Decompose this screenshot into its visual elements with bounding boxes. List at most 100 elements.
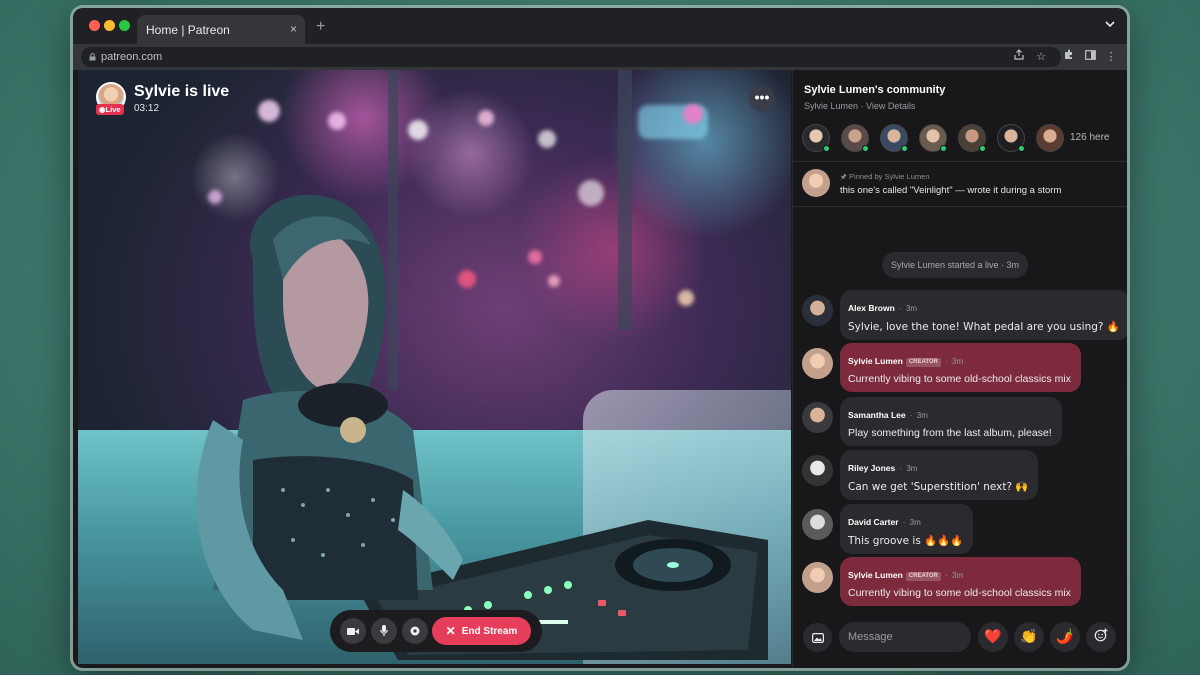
message-bubble: Sylvie Lumen CREATOR · 3m Currently vibin… (840, 557, 1081, 606)
online-indicator (823, 145, 830, 152)
attach-image-button[interactable] (803, 623, 832, 652)
live-video: ◉Live Sylvie is live 03:12 ••• ✕ End Str… (78, 70, 791, 664)
end-stream-button[interactable]: ✕ End Stream (432, 617, 531, 645)
add-reaction-button[interactable] (1086, 622, 1116, 652)
community-subtitle[interactable]: Sylvie Lumen · View Details (804, 101, 915, 111)
close-tab-icon[interactable]: × (290, 22, 297, 36)
system-message: Sylvie Lumen started a live · 3m (882, 252, 1029, 278)
camera-toggle-button[interactable] (340, 618, 366, 644)
heart-reaction-button[interactable]: ❤️ (978, 622, 1008, 652)
chat-avatar[interactable] (802, 455, 833, 486)
message-author[interactable]: Alex Brown (848, 303, 895, 313)
video-camera-icon (347, 627, 359, 635)
end-stream-label: End Stream (461, 625, 518, 637)
community-name: Sylvie Lumen's community (804, 84, 946, 96)
message-text: This groove is 🔥🔥🔥 (848, 535, 964, 547)
viewer-avatar[interactable] (958, 124, 986, 152)
chili-reaction-button[interactable]: 🌶️ (1050, 622, 1080, 652)
message-bubble: Samantha Lee · 3m Play something from th… (840, 397, 1062, 446)
maximize-window-button[interactable] (119, 20, 130, 31)
pinned-label: 🖈 Pinned by Sylvie Lumen (840, 171, 930, 184)
message-text: Sylvie, love the tone! What pedal are yo… (848, 321, 1120, 333)
bokeh-light (578, 180, 604, 206)
creator-badge: CREATOR (905, 358, 941, 367)
browser-window: Home | Patreon × + patreon.com ☆ ⋮ ◉Live… (73, 8, 1127, 668)
message-time: 3m (916, 411, 928, 420)
message-time-prefix: · (896, 304, 904, 313)
message-time: 3m (909, 518, 921, 527)
message-text: Play something from the last album, plea… (848, 427, 1052, 439)
viewer-avatar[interactable] (1036, 124, 1064, 152)
tab-title: Home | Patreon (146, 22, 230, 37)
share-icon[interactable] (1011, 49, 1027, 65)
bokeh-light (683, 104, 703, 124)
pinned-author-avatar (802, 169, 830, 197)
extensions-icon[interactable] (1060, 49, 1076, 65)
message-text: Currently vibing to some old-school clas… (848, 587, 1071, 599)
divider (793, 206, 1127, 207)
microphone-icon (380, 625, 388, 636)
close-window-button[interactable] (89, 20, 100, 31)
minimize-window-button[interactable] (104, 20, 115, 31)
viewer-list: 126 here (802, 124, 1122, 154)
bokeh-light (678, 290, 694, 306)
message-author[interactable]: Sylvie Lumen (848, 356, 903, 366)
pinned-message[interactable]: this one's called "Veinlight" — wrote it… (840, 185, 1061, 196)
bokeh-light (408, 120, 428, 140)
viewer-count: 126 here (1070, 132, 1110, 143)
message-author[interactable]: David Carter (848, 517, 899, 527)
emoji-add-icon (1094, 628, 1108, 642)
chat-avatar[interactable] (802, 509, 833, 540)
live-badge-label: Live (105, 105, 121, 114)
gear-icon (410, 626, 420, 636)
bokeh-light (258, 100, 280, 122)
bokeh-light (548, 275, 560, 287)
window-frame (618, 70, 632, 330)
message-time-prefix: · (900, 518, 908, 527)
stream-title: Sylvie is live (134, 83, 230, 100)
bokeh-light (538, 130, 556, 148)
viewer-avatar[interactable] (997, 124, 1025, 152)
message-bubble: Sylvie Lumen CREATOR · 3m Currently vibin… (840, 343, 1081, 392)
url-text: patreon.com (101, 51, 163, 63)
online-indicator (901, 145, 908, 152)
settings-button[interactable] (402, 618, 428, 644)
chat-avatar[interactable] (802, 562, 833, 593)
chat-avatar[interactable] (802, 295, 833, 326)
message-author[interactable]: Samantha Lee (848, 410, 906, 420)
close-icon: ✕ (445, 624, 456, 638)
chat-avatar[interactable] (802, 402, 833, 433)
bokeh-light (328, 112, 346, 130)
message-time-prefix: · (897, 464, 905, 473)
more-options-button[interactable]: ••• (749, 86, 775, 112)
bookmark-star-icon[interactable]: ☆ (1033, 49, 1049, 65)
clap-reaction-button[interactable]: 👏 (1014, 622, 1044, 652)
online-indicator (862, 145, 869, 152)
message-input[interactable] (839, 622, 971, 652)
sidebar-icon[interactable] (1082, 49, 1098, 65)
message-author[interactable]: Sylvie Lumen (848, 570, 903, 580)
tab-patreon-home[interactable]: Home | Patreon × (137, 15, 305, 44)
lock-icon (89, 53, 96, 61)
dj-performer (196, 194, 463, 640)
microphone-toggle-button[interactable] (371, 618, 397, 644)
message-time-prefix: · (907, 411, 915, 420)
url-field[interactable]: patreon.com (81, 47, 1061, 67)
new-tab-button[interactable]: + (316, 18, 325, 36)
message-time: 3m (905, 304, 917, 313)
message-text: Currently vibing to some old-school clas… (848, 373, 1071, 385)
message-bubble: David Carter · 3m This groove is 🔥🔥🔥 (840, 504, 974, 554)
browser-menu-icon[interactable]: ⋮ (1103, 49, 1119, 65)
pinned-label-text: Pinned by Sylvie Lumen (849, 172, 930, 181)
message-bubble: Alex Brown · 3m Sylvie, love the tone! W… (840, 290, 1127, 340)
message-author[interactable]: Riley Jones (848, 463, 895, 473)
viewer-avatar[interactable] (802, 124, 830, 152)
chevron-down-icon[interactable] (1105, 17, 1115, 31)
viewer-avatar[interactable] (919, 124, 947, 152)
viewer-avatar[interactable] (841, 124, 869, 152)
message-text: Can we get 'Superstition' next? 🙌 (848, 481, 1029, 493)
chat-avatar[interactable] (802, 348, 833, 379)
message-time: 3m (952, 571, 964, 580)
pin-icon: 🖈 (840, 172, 847, 181)
viewer-avatar[interactable] (880, 124, 908, 152)
